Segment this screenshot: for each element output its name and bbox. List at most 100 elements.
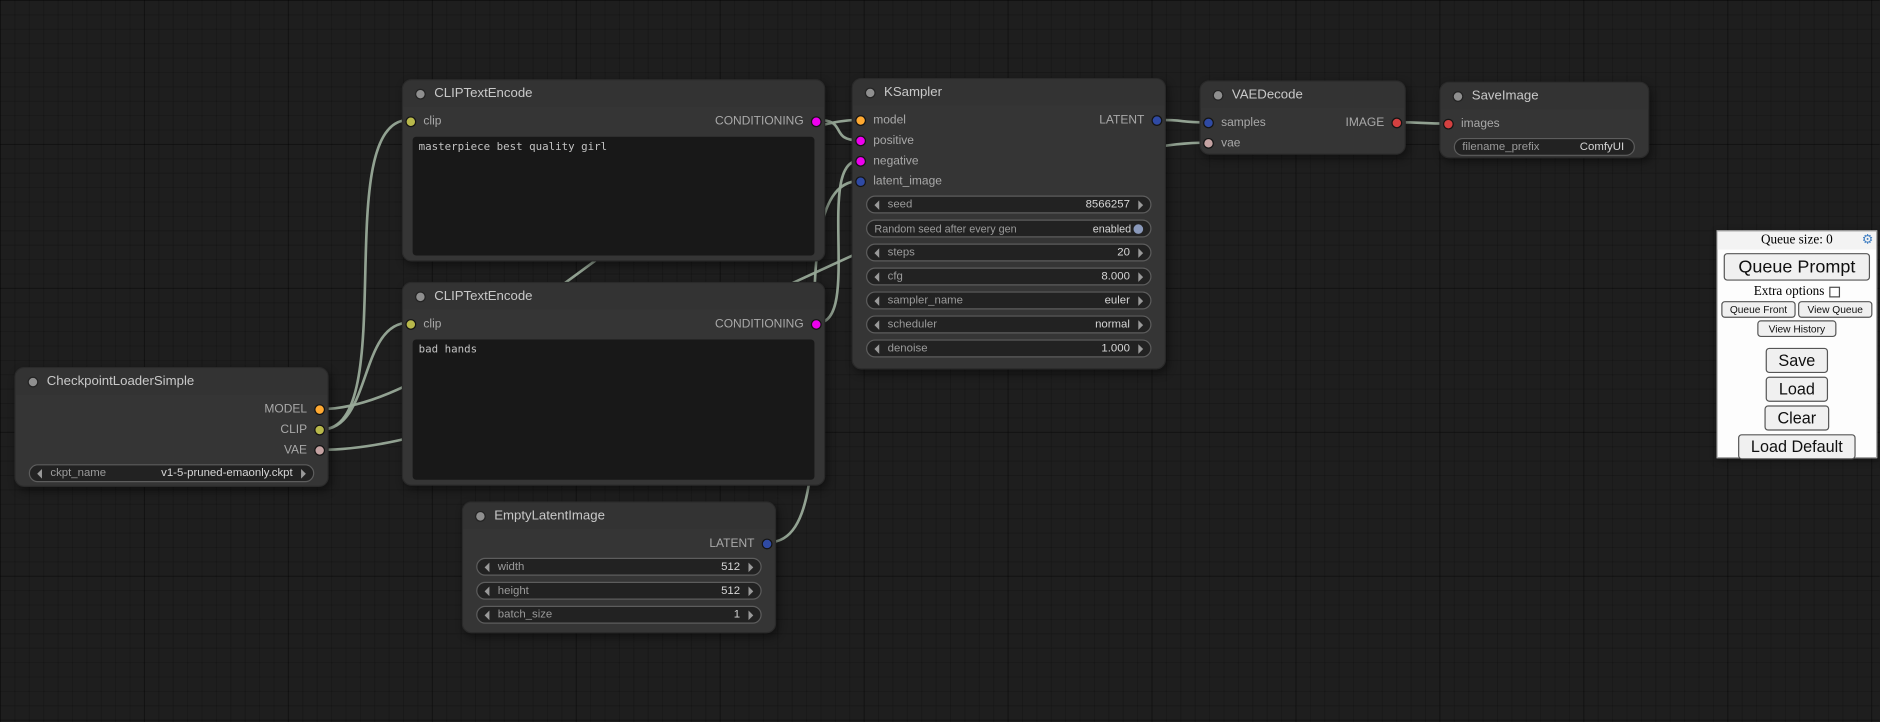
clip-text-encode-title-bar[interactable]: CLIPTextEncode	[403, 283, 824, 309]
model-output-slot[interactable]	[314, 404, 325, 415]
node-title: VAEDecode	[1232, 88, 1303, 102]
save-button[interactable]: Save	[1765, 348, 1828, 373]
decrease-arrow-icon[interactable]	[874, 344, 879, 354]
clip-input-slot[interactable]	[405, 116, 416, 127]
collapse-dot-icon[interactable]	[865, 87, 876, 98]
ckpt-name-widget[interactable]: ckpt_name v1-5-pruned-emaonly.ckpt	[29, 464, 314, 482]
clip-input-label: clip	[423, 318, 441, 331]
decrease-arrow-icon[interactable]	[485, 610, 490, 620]
clip-input-slot[interactable]	[405, 319, 416, 330]
decrease-arrow-icon[interactable]	[485, 562, 490, 572]
scheduler-widget[interactable]: scheduler normal	[866, 315, 1151, 333]
prompt-textarea[interactable]: masterpiece best quality girl	[413, 137, 815, 256]
vae-input-slot[interactable]	[1203, 138, 1214, 149]
queue-front-button[interactable]: Queue Front	[1721, 301, 1795, 318]
image-output-slot[interactable]	[1391, 118, 1402, 129]
widget-label: filename_prefix	[1462, 140, 1539, 153]
node-empty-latent-image[interactable]: EmptyLatentImage LATENT width 512 height…	[462, 501, 776, 633]
collapse-dot-icon[interactable]	[28, 376, 39, 387]
cfg-widget[interactable]: cfg 8.000	[866, 267, 1151, 285]
latent-output-slot[interactable]	[762, 539, 773, 550]
negative-input-slot[interactable]	[855, 156, 866, 167]
view-queue-button[interactable]: View Queue	[1798, 301, 1872, 318]
node-save-image[interactable]: SaveImage images filename_prefix ComfyUI	[1439, 82, 1649, 159]
clear-button[interactable]: Clear	[1764, 405, 1829, 430]
slot-row: positive	[853, 131, 1165, 151]
increase-arrow-icon[interactable]	[1138, 248, 1143, 258]
increase-arrow-icon[interactable]	[1138, 272, 1143, 282]
vae-output-slot[interactable]	[314, 445, 325, 456]
model-input-slot[interactable]	[855, 115, 866, 126]
next-value-arrow-icon[interactable]	[301, 468, 306, 478]
decrease-arrow-icon[interactable]	[485, 586, 490, 596]
decrease-arrow-icon[interactable]	[874, 272, 879, 282]
height-widget[interactable]: height 512	[476, 582, 761, 600]
node-graph-canvas[interactable]: CheckpointLoaderSimple MODEL CLIP VAE	[0, 0, 1880, 722]
positive-input-slot[interactable]	[855, 136, 866, 147]
samples-input-label: samples	[1221, 116, 1266, 129]
empty-latent-title-bar[interactable]: EmptyLatentImage	[463, 503, 775, 529]
positive-input-label: positive	[873, 134, 914, 147]
collapse-dot-icon[interactable]	[1453, 91, 1464, 102]
queue-menu-panel[interactable]: Queue size: 0 ⚙ Queue Prompt Extra optio…	[1716, 230, 1877, 458]
decrease-arrow-icon[interactable]	[874, 200, 879, 210]
collapse-dot-icon[interactable]	[415, 291, 426, 302]
vae-decode-title-bar[interactable]: VAEDecode	[1201, 82, 1405, 108]
node-title: CLIPTextEncode	[434, 289, 532, 303]
latent-output-slot[interactable]	[1152, 115, 1163, 126]
prev-value-arrow-icon[interactable]	[37, 468, 42, 478]
latent-image-input-slot[interactable]	[855, 176, 866, 187]
increase-arrow-icon[interactable]	[748, 586, 753, 596]
conditioning-output-slot[interactable]	[811, 319, 822, 330]
node-checkpoint-loader[interactable]: CheckpointLoaderSimple MODEL CLIP VAE	[14, 367, 328, 487]
conditioning-output-slot[interactable]	[811, 116, 822, 127]
samples-input-slot[interactable]	[1203, 118, 1214, 129]
node-ksampler[interactable]: KSampler model LATENT positive	[852, 78, 1166, 369]
increase-arrow-icon[interactable]	[1138, 344, 1143, 354]
load-button[interactable]: Load	[1766, 377, 1828, 402]
prev-value-arrow-icon[interactable]	[874, 296, 879, 306]
extra-options-row: Extra options	[1718, 284, 1876, 298]
width-widget[interactable]: width 512	[476, 558, 761, 576]
increase-arrow-icon[interactable]	[748, 562, 753, 572]
decrease-arrow-icon[interactable]	[874, 248, 879, 258]
filename-prefix-widget[interactable]: filename_prefix ComfyUI	[1454, 138, 1635, 156]
clip-output-slot[interactable]	[314, 425, 325, 436]
increase-arrow-icon[interactable]	[1138, 200, 1143, 210]
queue-prompt-button[interactable]: Queue Prompt	[1724, 253, 1870, 281]
sampler-name-widget[interactable]: sampler_name euler	[866, 291, 1151, 309]
clip-output-label: CLIP	[280, 423, 307, 436]
collapse-dot-icon[interactable]	[1213, 89, 1224, 100]
model-output-label: MODEL	[264, 403, 307, 416]
ksampler-title-bar[interactable]: KSampler	[853, 79, 1165, 105]
prev-value-arrow-icon[interactable]	[874, 320, 879, 330]
collapse-dot-icon[interactable]	[415, 88, 426, 99]
collapse-dot-icon[interactable]	[475, 510, 486, 521]
next-value-arrow-icon[interactable]	[1138, 296, 1143, 306]
batch-size-widget[interactable]: batch_size 1	[476, 606, 761, 624]
images-input-slot[interactable]	[1443, 119, 1454, 130]
load-default-button[interactable]: Load Default	[1738, 434, 1856, 459]
view-history-button[interactable]: View History	[1758, 320, 1836, 337]
node-clip-text-encode-positive[interactable]: CLIPTextEncode clip CONDITIONING masterp…	[402, 79, 825, 261]
toggle-on-indicator-icon[interactable]	[1134, 224, 1144, 234]
slot-row: clip CONDITIONING	[403, 112, 824, 132]
node-vae-decode[interactable]: VAEDecode samples IMAGE vae	[1200, 80, 1406, 154]
node-clip-text-encode-negative[interactable]: CLIPTextEncode clip CONDITIONING bad han…	[402, 282, 825, 486]
random-seed-toggle-widget[interactable]: Random seed after every gen enabled	[866, 220, 1151, 238]
increase-arrow-icon[interactable]	[748, 610, 753, 620]
latent-output-label: LATENT	[709, 537, 754, 550]
extra-options-checkbox[interactable]	[1829, 286, 1840, 297]
next-value-arrow-icon[interactable]	[1138, 320, 1143, 330]
seed-widget[interactable]: seed 8566257	[866, 196, 1151, 214]
prompt-textarea[interactable]: bad hands	[413, 339, 815, 479]
clip-text-encode-title-bar[interactable]: CLIPTextEncode	[403, 80, 824, 106]
steps-widget[interactable]: steps 20	[866, 243, 1151, 261]
widget-label: denoise	[888, 342, 928, 355]
widget-value: 8.000	[1101, 270, 1130, 283]
settings-gear-icon[interactable]: ⚙	[1862, 232, 1874, 250]
latent-image-input-label: latent_image	[873, 175, 942, 188]
checkpoint-loader-title-bar[interactable]: CheckpointLoaderSimple	[16, 368, 328, 394]
denoise-widget[interactable]: denoise 1.000	[866, 339, 1151, 357]
save-image-title-bar[interactable]: SaveImage	[1441, 83, 1649, 109]
